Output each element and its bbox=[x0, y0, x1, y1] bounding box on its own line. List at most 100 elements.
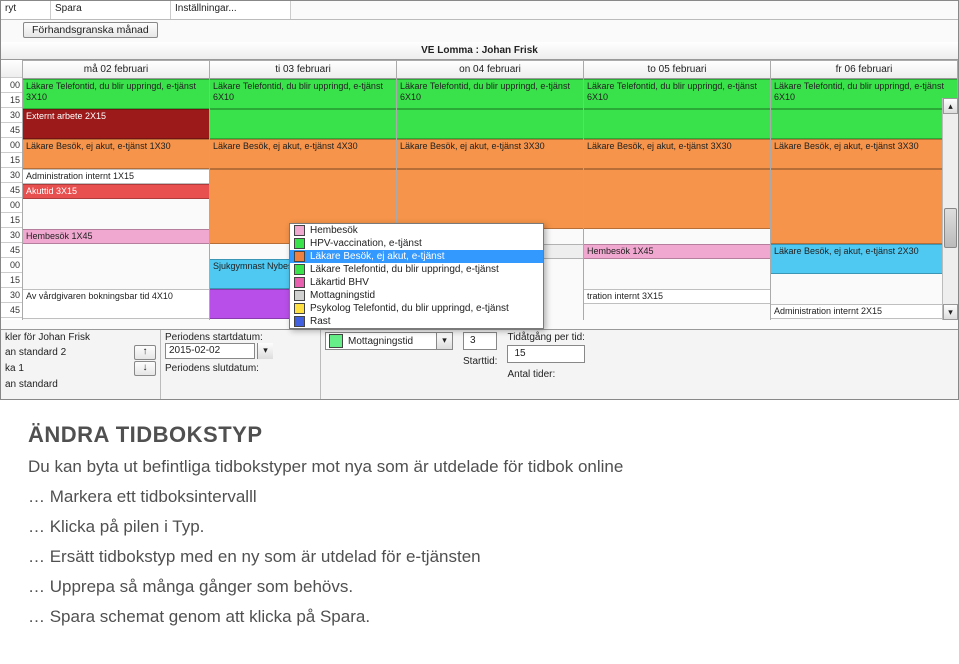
list-item[interactable]: ka 1 bbox=[5, 363, 24, 374]
menu-item-label: Hembesök bbox=[310, 225, 358, 236]
scroll-up-arrow[interactable]: ▴ bbox=[943, 98, 958, 114]
menu-item-label: Läkartid BHV bbox=[310, 277, 369, 288]
start-date-input[interactable]: 2015-02-02 bbox=[165, 343, 255, 359]
schedule-block[interactable]: Externt arbete 2X15 bbox=[23, 109, 209, 139]
schedule-block[interactable]: Läkare Telefontid, du blir uppringd, e-t… bbox=[584, 79, 770, 109]
doc-heading: ÄNDRA TIDBOKSTYP bbox=[28, 422, 931, 448]
menu-item[interactable]: Läkartid BHV bbox=[290, 276, 543, 289]
end-date-label: Periodens slutdatum: bbox=[165, 363, 316, 374]
preview-month-button[interactable]: Förhandsgranska månad bbox=[23, 22, 158, 38]
schedule-block[interactable]: Läkare Besök, ej akut, e-tjänst 3X30 bbox=[584, 139, 770, 169]
label-settings: Inställningar... bbox=[171, 1, 291, 19]
bottom-panel: kler för Johan Frisk an standard 2 ↑ ka 1… bbox=[1, 329, 958, 399]
menu-color-swatch bbox=[294, 264, 305, 275]
time-label: 00 bbox=[1, 198, 22, 213]
menu-item-label: HPV-vaccination, e-tjänst bbox=[310, 238, 422, 249]
day-column: to 05 februariLäkare Telefontid, du blir… bbox=[584, 61, 771, 320]
number-input-1[interactable]: 3 bbox=[463, 332, 497, 350]
scroll-thumb[interactable] bbox=[944, 208, 957, 248]
time-label: 15 bbox=[1, 93, 22, 108]
menu-color-swatch bbox=[294, 277, 305, 288]
time-label: 15 bbox=[1, 213, 22, 228]
date-picker-arrow[interactable]: ▾ bbox=[257, 343, 273, 359]
menu-item[interactable]: Hembesök bbox=[290, 224, 543, 237]
type-combo-swatch bbox=[329, 334, 343, 348]
schedule-block[interactable]: Läkare Telefontid, du blir uppringd, e-t… bbox=[771, 79, 957, 109]
type-combo-arrow[interactable]: ▾ bbox=[436, 333, 452, 349]
menu-item-label: Mottagningstid bbox=[310, 290, 375, 301]
schedule-block[interactable] bbox=[771, 109, 957, 139]
list-item[interactable]: an standard 2 bbox=[5, 347, 66, 358]
menu-item[interactable]: HPV-vaccination, e-tjänst bbox=[290, 237, 543, 250]
time-label: 45 bbox=[1, 123, 22, 138]
day-header: må 02 februari bbox=[23, 61, 209, 79]
schedule-block[interactable]: Läkare Besök, ej akut, e-tjänst 2X30 bbox=[771, 244, 957, 274]
schedule-block[interactable]: tration internt 3X15 bbox=[584, 289, 770, 304]
time-label: 30 bbox=[1, 228, 22, 243]
schedule-title: VE Lomma : Johan Frisk bbox=[1, 42, 958, 60]
day-header: fr 06 februari bbox=[771, 61, 957, 79]
menu-item-label: Läkare Telefontid, du blir uppringd, e-t… bbox=[310, 264, 499, 275]
time-label: 00 bbox=[1, 78, 22, 93]
bottom-left-title: kler för Johan Frisk bbox=[5, 332, 156, 344]
menu-item[interactable]: Läkare Telefontid, du blir uppringd, e-t… bbox=[290, 263, 543, 276]
type-combo-label: Mottagningstid bbox=[346, 336, 436, 347]
schedule-block[interactable]: Hembesök 1X45 bbox=[584, 244, 770, 259]
time-column: 00153045001530450015304500153045 bbox=[1, 60, 23, 320]
menu-item[interactable]: Psykolog Telefontid, du blir uppringd, e… bbox=[290, 302, 543, 315]
vertical-scrollbar[interactable]: ▴ ▾ bbox=[942, 98, 958, 320]
document-text: ÄNDRA TIDBOKSTYP Du kan byta ut befintli… bbox=[0, 400, 959, 664]
menu-color-swatch bbox=[294, 316, 305, 327]
menu-item-label: Läkare Besök, ej akut, e-tjänst bbox=[310, 251, 445, 262]
time-label: 45 bbox=[1, 243, 22, 258]
schedule-block[interactable] bbox=[584, 169, 770, 229]
schedule-block[interactable]: Läkare Besök, ej akut, e-tjänst 4X30 bbox=[210, 139, 396, 169]
schedule-block[interactable] bbox=[771, 169, 957, 244]
menu-item[interactable]: Läkare Besök, ej akut, e-tjänst bbox=[290, 250, 543, 263]
schedule-block[interactable]: Av vårdgivaren bokningsbar tid 4X10 bbox=[23, 289, 209, 319]
day-header: on 04 februari bbox=[397, 61, 583, 79]
menu-color-swatch bbox=[294, 225, 305, 236]
schedule-block[interactable] bbox=[397, 109, 583, 139]
day-column: fr 06 februariLäkare Telefontid, du blir… bbox=[771, 61, 958, 320]
time-label: 30 bbox=[1, 168, 22, 183]
move-down-button[interactable]: ↓ bbox=[134, 361, 156, 376]
time-label: 15 bbox=[1, 153, 22, 168]
schedule-block[interactable] bbox=[397, 169, 583, 229]
menu-color-swatch bbox=[294, 290, 305, 301]
menu-color-swatch bbox=[294, 238, 305, 249]
list-item[interactable]: an standard bbox=[5, 379, 58, 390]
menu-color-swatch bbox=[294, 251, 305, 262]
antal-tider-label: Antal tider: bbox=[507, 369, 584, 380]
schedule-block[interactable]: Akuttid 3X15 bbox=[23, 184, 209, 199]
schedule-block[interactable]: Läkare Telefontid, du blir uppringd, e-t… bbox=[23, 79, 209, 109]
label-ryt: ryt bbox=[1, 1, 51, 19]
menu-item-label: Psykolog Telefontid, du blir uppringd, e… bbox=[310, 303, 509, 314]
schedule-block[interactable] bbox=[210, 109, 396, 139]
menu-item-label: Rast bbox=[310, 316, 331, 327]
menu-item[interactable]: Mottagningstid bbox=[290, 289, 543, 302]
scroll-down-arrow[interactable]: ▾ bbox=[943, 304, 958, 320]
schedule-block[interactable]: Läkare Telefontid, du blir uppringd, e-t… bbox=[397, 79, 583, 109]
schedule-block[interactable]: Administration internt 2X15 bbox=[771, 304, 957, 319]
schedule-block[interactable] bbox=[584, 109, 770, 139]
label-spara: Spara bbox=[51, 1, 171, 19]
tidatgang-label: Tidåtgång per tid: bbox=[507, 332, 584, 343]
doc-step: … Spara schemat genom att klicka på Spar… bbox=[28, 604, 931, 630]
number-input-2[interactable]: 15 bbox=[507, 345, 584, 363]
schedule-block[interactable]: Hembesök 1X45 bbox=[23, 229, 209, 244]
type-combo[interactable]: Mottagningstid ▾ bbox=[325, 332, 453, 350]
start-date-label: Periodens startdatum: bbox=[165, 332, 316, 343]
schedule-block[interactable]: Läkare Besök, ej akut, e-tjänst 3X30 bbox=[771, 139, 957, 169]
time-label: 45 bbox=[1, 183, 22, 198]
time-label: 45 bbox=[1, 303, 22, 318]
time-label: 15 bbox=[1, 273, 22, 288]
schedule-block[interactable]: Läkare Besök, ej akut, e-tjänst 3X30 bbox=[397, 139, 583, 169]
menu-item[interactable]: Rast bbox=[290, 315, 543, 328]
doc-intro: Du kan byta ut befintliga tidbokstyper m… bbox=[28, 454, 931, 480]
move-up-button[interactable]: ↑ bbox=[134, 345, 156, 360]
type-dropdown-menu[interactable]: Hembesök HPV-vaccination, e-tjänst Läkare … bbox=[289, 223, 544, 329]
schedule-block[interactable]: Läkare Besök, ej akut, e-tjänst 1X30 bbox=[23, 139, 209, 169]
schedule-block[interactable]: Läkare Telefontid, du blir uppringd, e-t… bbox=[210, 79, 396, 109]
schedule-block[interactable]: Administration internt 1X15 bbox=[23, 169, 209, 184]
